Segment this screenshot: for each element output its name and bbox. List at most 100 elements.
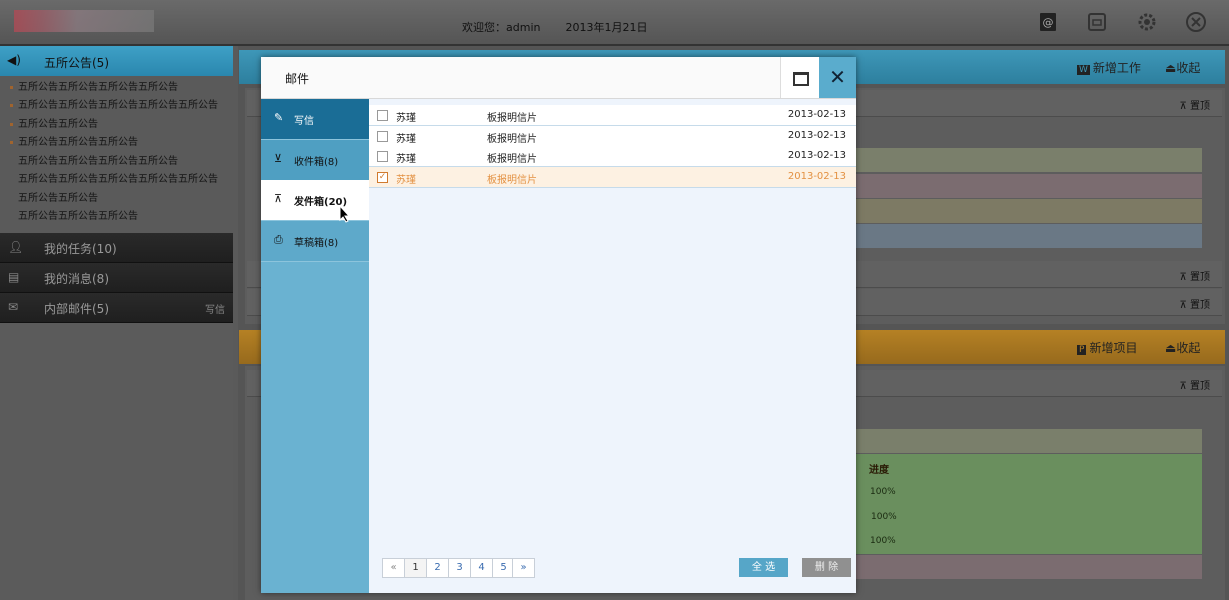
pencil-icon: ✎ (274, 111, 284, 124)
notice-item[interactable]: 五所公告五所公告五所公告五所公告 (10, 79, 178, 97)
mail-from: 苏瑾 (396, 175, 416, 186)
sidebar-write-link[interactable]: 写信 (205, 301, 225, 316)
progress-value: 100% (870, 487, 896, 497)
logo (14, 10, 154, 32)
inbox-icon: ⊻ (274, 152, 283, 165)
dialog-header[interactable] (261, 57, 856, 99)
notice-item[interactable]: 五所公告五所公告 (10, 190, 98, 208)
nav-label: 收件箱(8) (294, 157, 339, 168)
envelope-icon: ✉ (8, 300, 19, 314)
delete-button[interactable]: 删 除 (802, 558, 851, 577)
progress-value: 100% (870, 536, 896, 546)
pin-button[interactable]: ⊼ 置顶 (1180, 268, 1211, 283)
welcome-text: 欢迎您：admin 2013年1月21日 (462, 19, 647, 35)
pager-page[interactable]: 1 (404, 558, 427, 578)
select-all-button[interactable]: 全 选 (739, 558, 788, 577)
data-band (856, 429, 1202, 453)
nav-sent[interactable]: ⊼ 发件箱(20) (261, 180, 369, 221)
archive-icon[interactable] (1086, 11, 1108, 33)
pager-page[interactable]: 4 (470, 558, 493, 578)
progress-header: 进度 (869, 465, 889, 476)
eject-icon: ⏏ (1165, 341, 1177, 355)
current-date: 2013年1月21日 (565, 21, 648, 34)
data-band (856, 224, 1202, 248)
nav-write[interactable]: ✎ 写信 (261, 99, 369, 140)
notice-item[interactable]: 五所公告五所公告五所公告 (10, 134, 138, 152)
pager-page[interactable]: 2 (426, 558, 449, 578)
sidebar-item-label: 内部邮件(5) (44, 302, 109, 316)
draft-icon: ⎙ (274, 233, 283, 246)
nav-inbox[interactable]: ⊻ 收件箱(8) (261, 140, 369, 181)
data-band (856, 199, 1202, 223)
mail-subject[interactable]: 板报明信片 (487, 150, 537, 165)
data-band (856, 555, 1202, 579)
close-circle-icon[interactable] (1185, 11, 1207, 33)
message-icon: ▤ (8, 270, 20, 284)
mail-checkbox-checked[interactable]: ✓ (377, 172, 388, 183)
data-band (856, 148, 1202, 172)
mail-subject[interactable]: 板报明信片 (487, 130, 537, 145)
pager-prev[interactable]: « (382, 558, 405, 578)
mail-checkbox[interactable] (377, 131, 388, 142)
data-band (856, 174, 1202, 198)
mail-date: 2013-02-13 (787, 171, 846, 182)
mail-subject[interactable]: 板报明信片 (487, 171, 537, 186)
pin-button[interactable]: ⊼ 置顶 (1180, 97, 1211, 112)
outbox-icon: ⊼ (274, 192, 283, 205)
notice-item[interactable]: 五所公告五所公告五所公告五所公告五所公告 (10, 97, 218, 115)
close-button[interactable]: ✕ (819, 57, 856, 98)
maximize-icon (793, 72, 809, 86)
mail-row-selected[interactable]: ✓ 苏瑾 板报明信片 2013-02-13 (369, 167, 856, 188)
new-project-button[interactable]: P 新增项目 (1077, 339, 1137, 356)
mail-from: 苏瑾 (396, 134, 416, 145)
nav-label: 草稿箱(8) (294, 238, 339, 249)
pin-button[interactable]: ⊼ 置顶 (1180, 377, 1211, 392)
mail-subject[interactable]: 板报明信片 (487, 109, 537, 124)
notice-title: 五所公告(5) (44, 56, 109, 70)
collapse-work-button[interactable]: ⏏收起 (1165, 59, 1200, 76)
progress-value: 100% (871, 512, 897, 522)
pager-page[interactable]: 3 (448, 558, 471, 578)
nav-draft[interactable]: ⎙ 草稿箱(8) (261, 221, 369, 262)
mail-date: 2013-02-13 (787, 130, 846, 141)
mail-from: 苏瑾 (396, 113, 416, 124)
mail-date: 2013-02-13 (787, 109, 846, 120)
user-icon: 👤︎ (8, 240, 24, 254)
dialog-title: 邮件 (285, 72, 310, 86)
collapse-project-button[interactable]: ⏏收起 (1165, 339, 1200, 356)
sidebar-item-label: 我的任务(10) (44, 242, 117, 256)
sidebar-item-tasks[interactable]: 👤︎ 我的任务(10) (0, 233, 233, 263)
pager-next[interactable]: » (512, 558, 535, 578)
mail-from: 苏瑾 (396, 154, 416, 165)
eject-icon: ⏏ (1165, 61, 1177, 75)
mail-row[interactable]: 苏瑾 板报明信片 2013-02-13 (369, 126, 856, 147)
notice-list: 五所公告五所公告五所公告五所公告 五所公告五所公告五所公告五所公告五所公告 五所… (0, 76, 233, 233)
new-work-button[interactable]: W 新增工作 (1077, 59, 1141, 76)
notice-item[interactable]: 五所公告五所公告五所公告 (10, 208, 138, 226)
pin-button[interactable]: ⊼ 置顶 (1180, 296, 1211, 311)
mail-checkbox[interactable] (377, 151, 388, 162)
mail-checkbox[interactable] (377, 110, 388, 121)
notice-item[interactable]: 五所公告五所公告五所公告五所公告 (10, 153, 178, 171)
mail-row[interactable]: 苏瑾 板报明信片 2013-02-13 (369, 105, 856, 126)
speaker-icon: ◀) (7, 53, 21, 67)
close-icon: ✕ (829, 65, 846, 89)
mouse-cursor-icon (339, 204, 351, 227)
data-band (856, 454, 1202, 554)
maximize-button[interactable] (780, 57, 819, 98)
nav-label: 写信 (294, 116, 314, 127)
mail-row[interactable]: 苏瑾 板报明信片 2013-02-13 (369, 146, 856, 167)
sidebar-notice-header[interactable]: ◀) 五所公告(5) (0, 46, 233, 76)
notice-item[interactable]: 五所公告五所公告 (10, 116, 98, 134)
sidebar-item-messages[interactable]: ▤ 我的消息(8) (0, 263, 233, 293)
sidebar-item-mail[interactable]: ✉ 内部邮件(5) 写信 (0, 293, 233, 323)
notice-item[interactable]: 五所公告五所公告五所公告五所公告五所公告 (10, 171, 218, 189)
add-doc-icon: P (1077, 345, 1087, 355)
word-icon: W (1077, 65, 1090, 75)
svg-text:@: @ (1043, 16, 1054, 29)
mail-date: 2013-02-13 (787, 150, 846, 161)
sidebar-item-label: 我的消息(8) (44, 272, 109, 286)
gear-icon[interactable] (1136, 11, 1158, 33)
welcome-user: 欢迎您：admin (462, 21, 541, 34)
at-mail-icon[interactable]: @ (1037, 11, 1059, 33)
